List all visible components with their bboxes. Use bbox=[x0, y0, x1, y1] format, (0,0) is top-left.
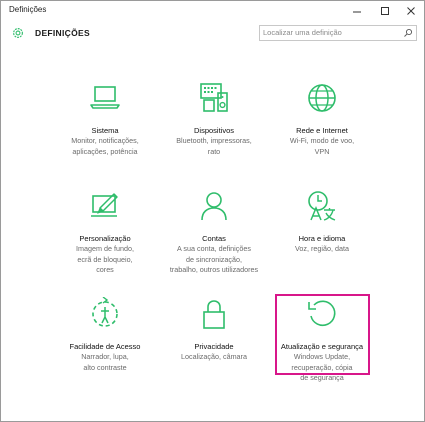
tile-label: Sistema bbox=[91, 126, 119, 135]
tile-facilidade-acesso[interactable]: Facilidade de Acesso Narrador, lupa, alt… bbox=[49, 296, 161, 373]
personalization-icon bbox=[91, 193, 118, 217]
tile-description: Voz, região, data bbox=[266, 244, 378, 255]
person-icon bbox=[201, 192, 227, 221]
maximize-button[interactable] bbox=[371, 1, 399, 21]
tile-label: Hora e idioma bbox=[298, 234, 346, 243]
tile-personalizacao[interactable]: Personalização Imagem de fundo, ecrã de … bbox=[49, 189, 161, 276]
tile-desc-line: Narrador, lupa, bbox=[81, 352, 129, 361]
tile-contas[interactable]: Contas A sua conta, definições de sincro… bbox=[158, 189, 270, 276]
close-button[interactable] bbox=[397, 1, 424, 21]
tile-desc-line: aplicações, potência bbox=[72, 146, 138, 156]
tile-dispositivos[interactable]: Dispositivos Bluetooth, impressoras, rat… bbox=[158, 81, 270, 157]
tile-description: Monitor, notificações, aplicações, potên… bbox=[49, 136, 161, 157]
tile-description: Wi-Fi, modo de voo, VPN bbox=[266, 136, 378, 157]
devices-icon bbox=[200, 83, 228, 112]
tile-description: Bluetooth, impressoras, rato bbox=[158, 136, 270, 157]
title-bar: Definições bbox=[1, 1, 424, 21]
tile-desc-line: VPN bbox=[314, 146, 330, 156]
tile-label: Privacidade bbox=[194, 342, 234, 351]
laptop-icon bbox=[90, 86, 120, 109]
tile-description: Imagem de fundo, ecrã de bloqueio, cores bbox=[49, 244, 161, 276]
lock-icon bbox=[203, 300, 225, 329]
tile-desc-line: A sua conta, definições bbox=[177, 244, 251, 253]
tile-desc-line: Wi-Fi, modo de voo, bbox=[289, 136, 355, 145]
tile-desc-line: Imagem de fundo, bbox=[76, 244, 134, 253]
tile-desc-line: de sincronização, bbox=[186, 254, 242, 264]
tile-rede-internet[interactable]: Rede e Internet Wi-Fi, modo de voo, VPN bbox=[266, 81, 378, 157]
tile-description: Narrador, lupa, alto contraste bbox=[49, 352, 161, 373]
window-title: Definições bbox=[9, 5, 47, 14]
tile-privacidade[interactable]: Privacidade Localização, câmara bbox=[158, 297, 270, 363]
globe-icon bbox=[308, 84, 336, 112]
tile-label: Rede e Internet bbox=[296, 126, 348, 135]
tile-description: Localização, câmara bbox=[158, 352, 270, 363]
tile-desc-line: alto contraste bbox=[83, 362, 127, 372]
minimize-icon bbox=[353, 11, 361, 13]
search-icon[interactable] bbox=[403, 28, 413, 38]
minimize-button[interactable] bbox=[343, 1, 371, 21]
tile-desc-line: cores bbox=[96, 265, 114, 274]
tile-label: Contas bbox=[202, 234, 226, 243]
maximize-icon bbox=[381, 7, 389, 15]
gear-icon bbox=[13, 28, 23, 38]
selection-highlight bbox=[275, 294, 370, 375]
tile-desc-line: Voz, região, data bbox=[295, 244, 349, 253]
settings-header: DEFINIÇÕES bbox=[1, 21, 424, 47]
tile-desc-line: Localização, câmara bbox=[181, 352, 247, 361]
tile-desc-line: trabalho, outros utilizadores bbox=[169, 265, 259, 274]
tile-label: Dispositivos bbox=[193, 126, 234, 135]
time-language-icon bbox=[308, 191, 336, 221]
search-box[interactable] bbox=[259, 25, 417, 41]
tile-desc-line: Bluetooth, impressoras, bbox=[176, 136, 252, 145]
settings-window: Definições DEFINIÇÕES Siste bbox=[0, 0, 425, 422]
tile-hora-idioma[interactable]: Hora e idioma Voz, região, data bbox=[266, 189, 378, 255]
tile-desc-line: ecrã de bloqueio, bbox=[77, 254, 133, 264]
close-icon bbox=[407, 7, 415, 15]
tile-desc-line: rato bbox=[207, 146, 221, 156]
ease-of-access-icon bbox=[92, 296, 118, 327]
tile-label: Facilidade de Acesso bbox=[69, 342, 141, 351]
tile-sistema[interactable]: Sistema Monitor, notificações, aplicaçõe… bbox=[49, 81, 161, 157]
tile-description: A sua conta, definições de sincronização… bbox=[158, 244, 270, 276]
search-input[interactable] bbox=[263, 27, 393, 38]
page-title: DEFINIÇÕES bbox=[35, 28, 90, 38]
tile-label: Personalização bbox=[79, 234, 131, 243]
tile-desc-line: Monitor, notificações, bbox=[71, 136, 139, 145]
